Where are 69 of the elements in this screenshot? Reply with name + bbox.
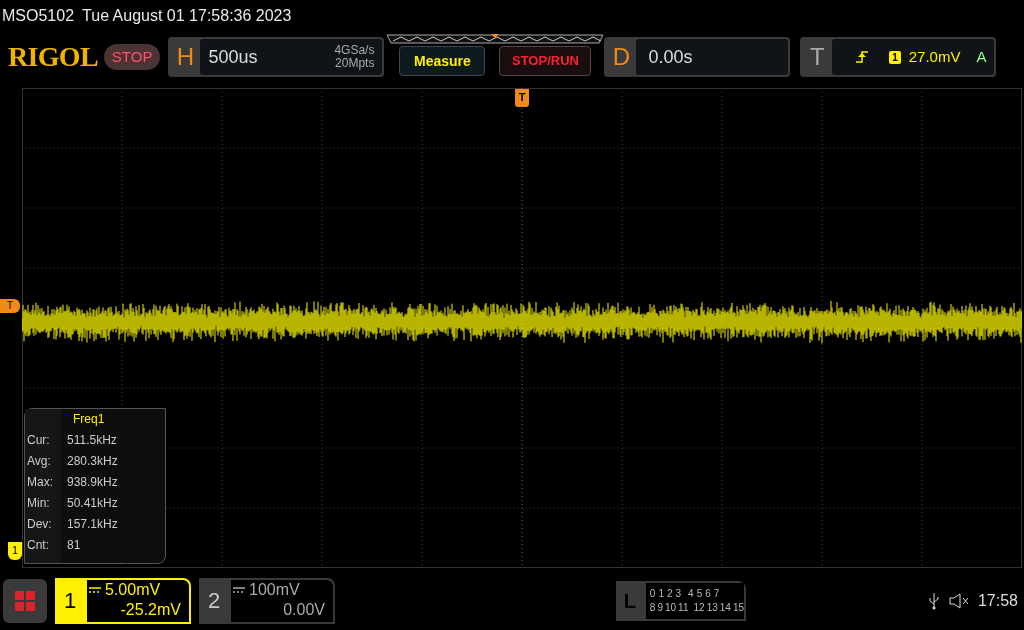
measurement-label: Cnt:	[27, 537, 50, 554]
dc-coupling-icon	[233, 586, 245, 594]
usb-icon	[927, 592, 940, 610]
logic-channel-number: 1	[658, 587, 664, 601]
logic-channel-number: 7	[713, 587, 720, 601]
delay-label: D	[611, 42, 632, 72]
measure-button[interactable]: Measure	[399, 46, 486, 76]
logic-channel-number: 10	[665, 601, 677, 615]
model-name: MSO5102	[2, 6, 75, 26]
measurement-label: Min:	[27, 495, 51, 512]
logic-label: L	[622, 589, 638, 614]
trigger-source-badge: 1	[889, 50, 901, 64]
channel-scale: 5.00mV	[105, 580, 161, 600]
trigger-label: T	[809, 42, 826, 72]
measurement-value: 280.3kHz	[67, 453, 118, 470]
logic-panel[interactable]: L 0 1 2 3 4 5 6 7 8 9 10 11 12 13 14 15	[616, 581, 746, 621]
logic-channel-number: 13	[706, 601, 718, 615]
logic-channel-number: 11	[678, 601, 689, 615]
logic-channel-number: 3	[675, 587, 682, 601]
trigger-panel[interactable]: T 1 27.0mV A	[800, 37, 997, 77]
measurement-value: 938.9kHz	[67, 474, 118, 491]
channel-offset: 0.00V	[283, 600, 325, 620]
menu-button[interactable]	[3, 579, 47, 623]
measurement-value: 157.1kHz	[67, 516, 118, 533]
measurement-title: Freq1	[73, 411, 106, 428]
trigger-level-marker: T	[0, 299, 20, 313]
date-time: Tue August 01 17:58:36 2023	[82, 6, 292, 26]
measurement-value: 81	[67, 537, 82, 554]
trigger-level: 27.0mV	[908, 46, 961, 67]
logic-channel-number: 2	[667, 587, 673, 601]
measurement-label: Avg:	[27, 453, 52, 470]
logic-channel-number: 15	[732, 601, 744, 615]
measurement-label: Dev:	[27, 516, 53, 533]
speaker-muted-icon	[947, 592, 970, 610]
channel-number: 2	[206, 587, 222, 615]
logic-channel-number: 0	[649, 587, 656, 601]
horizontal-label: H	[175, 42, 196, 72]
channel-marker: 1	[8, 542, 22, 560]
measurement-label: Cur:	[27, 432, 51, 449]
channel-scale: 100mV	[249, 580, 300, 600]
stop-run-button[interactable]: STOP/RUN	[499, 46, 592, 76]
logic-channel-number: 12	[693, 601, 705, 615]
logic-channel-number: 6	[705, 587, 711, 601]
clock-time: 17:58	[977, 591, 1018, 611]
delay-value: 0.00s	[648, 45, 693, 69]
rising-edge-icon	[855, 50, 870, 64]
delay-panel[interactable]: D 0.00s	[604, 37, 791, 77]
logic-channel-number: 14	[719, 601, 731, 615]
channel-number: 1	[62, 587, 78, 615]
trigger-position-marker: T	[515, 89, 529, 107]
logic-channel-number: 5	[696, 587, 703, 601]
channel-panel[interactable]: 2 100mV 0.00V	[199, 578, 335, 624]
measurement-label: Max:	[27, 474, 54, 491]
rigol-logo: RIGOL	[8, 40, 98, 74]
run-state-indicator: STOP	[103, 43, 161, 71]
timebase-value: 500us	[208, 45, 258, 69]
logic-channel-number: 9	[657, 601, 663, 615]
horizontal-panel[interactable]: H 500us 4GSa/s 20Mpts	[168, 37, 385, 77]
memory-depth: 20Mpts	[335, 57, 375, 70]
measurement-value: 511.5kHz	[67, 432, 118, 449]
grid-menu-icon	[14, 590, 36, 612]
trigger-mode: A	[976, 46, 987, 67]
logic-channel-number: 4	[688, 587, 694, 601]
dc-coupling-icon	[89, 586, 101, 594]
sample-rate: 4GSa/s	[334, 44, 375, 57]
logic-channel-number: 8	[649, 601, 656, 615]
channel-panel[interactable]: 1 5.00mV -25.2mV	[55, 578, 191, 624]
measurement-value: 50.41kHz	[67, 495, 118, 512]
channel-offset: -25.2mV	[120, 600, 181, 620]
